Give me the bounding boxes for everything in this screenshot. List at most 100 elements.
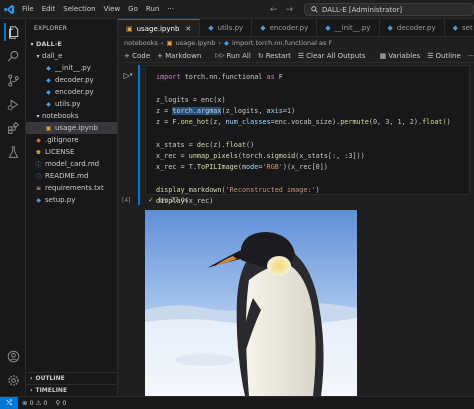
notebook-editor: ▷ ▾ import torch.nn.functional as F z_lo…: [118, 63, 474, 396]
tree-item-label: usage.ipynb: [55, 124, 98, 132]
tree-item-init-py[interactable]: ◆ __init__.py: [26, 62, 118, 74]
execution-status: ✓ 1m 27.0s: [148, 196, 188, 204]
breadcrumb-item[interactable]: usage.ipynb: [176, 39, 216, 47]
errors-count: 0: [29, 399, 34, 407]
chevron-right-icon: ›: [30, 375, 33, 382]
tree-item-label: dall_e: [42, 52, 63, 60]
tab-utils-py[interactable]: ◆ utils.py: [200, 19, 253, 36]
explorer-icon[interactable]: [4, 23, 22, 41]
tree-item-label: encoder.py: [55, 88, 94, 96]
menu-selection[interactable]: Selection: [59, 0, 99, 19]
clear-outputs-icon: ☰: [297, 51, 305, 60]
error-icon: ⊗: [22, 399, 28, 407]
variables-button[interactable]: ▦ Variables: [380, 52, 421, 60]
run-all-icon: ▷▷: [215, 52, 225, 59]
tab-init-py[interactable]: ◆ __init__.py: [317, 19, 380, 36]
chevron-down-icon: ▾: [30, 40, 34, 48]
command-center-label: DALL-E [Administrator]: [322, 5, 403, 14]
tree-item-label: README.md: [45, 172, 89, 180]
add-code-button[interactable]: + Code: [124, 52, 150, 60]
run-debug-icon[interactable]: [4, 95, 22, 113]
restart-icon: ↻: [257, 51, 264, 60]
extensions-icon[interactable]: [4, 119, 22, 137]
menu-more[interactable]: ···: [163, 0, 178, 19]
run-cell-button[interactable]: ▷ ▾: [122, 69, 134, 81]
outline-button[interactable]: ☰ Outline: [427, 52, 461, 60]
tab-setup-py[interactable]: ◆ set: [445, 19, 474, 36]
code-cell-editor[interactable]: import torch.nn.functional as F z_logits…: [145, 65, 470, 205]
python-file-icon: ◆: [452, 24, 458, 32]
command-center[interactable]: DALL-E [Administrator]: [304, 3, 474, 16]
chevron-down-icon: ▾: [36, 52, 40, 60]
menu-view[interactable]: View: [100, 0, 125, 19]
execution-duration: 1m 27.0s: [157, 196, 189, 204]
execution-count: [4]: [122, 197, 131, 204]
vscode-logo-icon: [0, 0, 18, 19]
back-arrow-icon[interactable]: ←: [270, 5, 278, 15]
remote-indicator-icon[interactable]: ⤭: [0, 396, 18, 409]
tree-item-model-card-md[interactable]: ⓘ model_card.md: [26, 158, 118, 170]
tree-item-readme-md[interactable]: ⓘ README.md: [26, 170, 118, 182]
tree-item-usage-ipynb[interactable]: ▣ usage.ipynb: [26, 122, 118, 134]
tree-item-encoder-py[interactable]: ◆ encoder.py: [26, 86, 118, 98]
tree-item-label: utils.py: [55, 100, 81, 108]
timeline-section-label: TIMELINE: [35, 387, 68, 394]
tab-label: __init__.py: [334, 24, 371, 32]
tab-label: utils.py: [217, 24, 244, 32]
breadcrumb-item[interactable]: import torch.nn.functional as F: [232, 39, 332, 47]
tree-root-label: DALL-E: [36, 40, 62, 48]
tab-decoder-py[interactable]: ◆ decoder.py: [380, 19, 445, 36]
tab-usage-ipynb[interactable]: ▣ usage.ipynb ✕: [118, 19, 201, 36]
code-content[interactable]: import torch.nn.functional as F z_logits…: [156, 72, 451, 208]
tree-item-setup-py[interactable]: ◆ setup.py: [26, 194, 118, 206]
nav-arrows: ← →: [270, 0, 293, 19]
explorer-header: EXPLORER: [34, 25, 68, 32]
close-icon[interactable]: ✕: [185, 25, 191, 33]
menu-run[interactable]: Run: [142, 0, 163, 19]
tree-item-utils-py[interactable]: ◆ utils.py: [26, 98, 118, 110]
notebook-file-icon: ▣: [126, 24, 133, 33]
code-cell-icon: ◆: [223, 39, 229, 47]
search-icon[interactable]: [4, 47, 22, 65]
tab-label: usage.ipynb: [136, 24, 180, 33]
tree-item-decoder-py[interactable]: ◆ decoder.py: [26, 74, 118, 86]
tree-item-label: setup.py: [45, 196, 76, 204]
title-bar: File Edit Selection View Go Run ··· ← → …: [0, 0, 474, 19]
tree-item-dall-e[interactable]: ▾ dall_e: [26, 50, 118, 62]
python-file-icon: ◆: [46, 100, 51, 108]
run-all-label: Run All: [226, 51, 251, 60]
more-actions-icon[interactable]: ···: [468, 52, 474, 60]
clear-all-outputs-button[interactable]: ☰ Clear All Outputs: [298, 52, 366, 60]
menu-go[interactable]: Go: [124, 0, 142, 19]
breadcrumb-item[interactable]: notebooks: [124, 39, 158, 47]
tab-label: decoder.py: [396, 24, 436, 32]
settings-gear-icon[interactable]: [4, 371, 22, 389]
add-markdown-button[interactable]: + Markdown: [157, 52, 201, 60]
chevron-right-icon: ›: [218, 39, 221, 47]
tab-encoder-py[interactable]: ◆ encoder.py: [252, 19, 318, 36]
run-all-button[interactable]: ▷▷ Run All: [215, 52, 251, 60]
forward-arrow-icon[interactable]: →: [286, 5, 294, 15]
tree-item-label: model_card.md: [45, 160, 100, 168]
menu-file[interactable]: File: [18, 0, 38, 19]
source-control-icon[interactable]: [4, 71, 22, 89]
tree-root[interactable]: ▾ DALL-E: [26, 38, 118, 50]
tree-item-requirements-txt[interactable]: ≡ requirements.txt: [26, 182, 118, 194]
timeline-section[interactable]: › TIMELINE: [26, 384, 118, 396]
tree-item-notebooks[interactable]: ▾ notebooks: [26, 110, 118, 122]
tree-item-gitignore[interactable]: ◆ .gitignore: [26, 134, 118, 146]
accounts-icon[interactable]: [4, 347, 22, 365]
outline-section[interactable]: › OUTLINE: [26, 372, 118, 384]
penguin-image: [145, 210, 357, 396]
menu-edit[interactable]: Edit: [38, 0, 60, 19]
check-icon: ✓: [148, 196, 154, 204]
chevron-down-icon: ▾: [36, 112, 40, 120]
variables-icon: ▦: [379, 51, 387, 60]
ports-indicator[interactable]: ⚲ 0: [52, 399, 71, 407]
restart-button[interactable]: ↻ Restart: [258, 52, 291, 60]
tab-label: encoder.py: [269, 24, 309, 32]
testing-icon[interactable]: [4, 143, 22, 161]
errors-indicator[interactable]: ⊗ 0 ⚠ 0: [18, 399, 52, 407]
tree-item-license[interactable]: ♚ LICENSE: [26, 146, 118, 158]
text-file-icon: ≡: [35, 184, 42, 192]
